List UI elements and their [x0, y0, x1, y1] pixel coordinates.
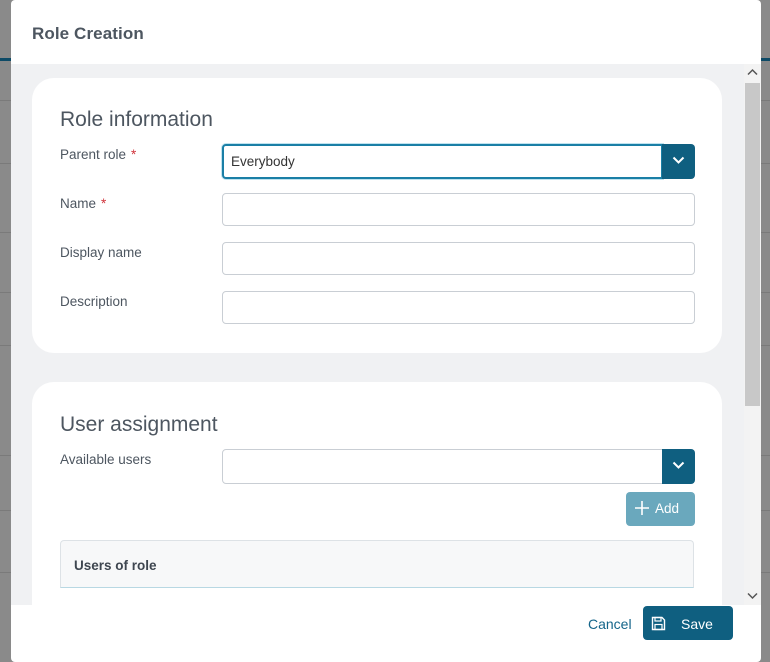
users-of-role-table-header: Users of role	[60, 540, 694, 588]
plus-icon	[635, 501, 649, 515]
available-users-dropdown-button[interactable]	[662, 449, 695, 484]
add-button-label: Add	[655, 501, 680, 516]
save-button[interactable]: Save	[643, 606, 733, 640]
chevron-down-icon	[672, 461, 685, 469]
user-assignment-card: User assignment Available users Add User…	[32, 382, 722, 605]
description-input[interactable]	[222, 291, 695, 324]
parent-role-label: Parent role *	[60, 147, 137, 162]
parent-role-select[interactable]: Everybody	[222, 144, 695, 179]
cancel-button[interactable]: Cancel	[588, 616, 632, 632]
display-name-input[interactable]	[222, 242, 695, 275]
save-button-label: Save	[681, 616, 713, 632]
available-users-select[interactable]	[222, 449, 695, 484]
role-information-card: Role information Parent role * Everybody …	[32, 78, 722, 353]
role-creation-dialog: Role Creation Role information Parent ro…	[11, 0, 761, 662]
name-label: Name *	[60, 196, 107, 211]
floppy-disk-icon	[651, 616, 666, 631]
display-name-label: Display name	[60, 245, 142, 260]
dialog-title: Role Creation	[32, 24, 144, 43]
name-input[interactable]	[222, 193, 695, 226]
parent-role-dropdown-button[interactable]	[662, 144, 695, 179]
dialog-body: Role information Parent role * Everybody …	[11, 64, 744, 605]
add-user-button[interactable]: Add	[626, 492, 695, 526]
dialog-scrollbar[interactable]	[744, 64, 761, 605]
available-users-value[interactable]	[222, 449, 663, 484]
user-assignment-heading: User assignment	[60, 413, 218, 436]
scrollbar-thumb[interactable]	[745, 83, 760, 406]
parent-role-value[interactable]: Everybody	[222, 144, 663, 179]
role-information-heading: Role information	[60, 108, 213, 131]
description-label: Description	[60, 294, 128, 309]
chevron-down-icon	[672, 156, 685, 164]
scroll-down-icon[interactable]	[747, 592, 758, 602]
available-users-label: Available users	[60, 452, 152, 467]
column-header-users-of-role: Users of role	[74, 558, 157, 573]
required-mark: *	[131, 147, 137, 162]
required-mark: *	[101, 196, 107, 211]
scroll-up-icon[interactable]	[747, 68, 758, 78]
